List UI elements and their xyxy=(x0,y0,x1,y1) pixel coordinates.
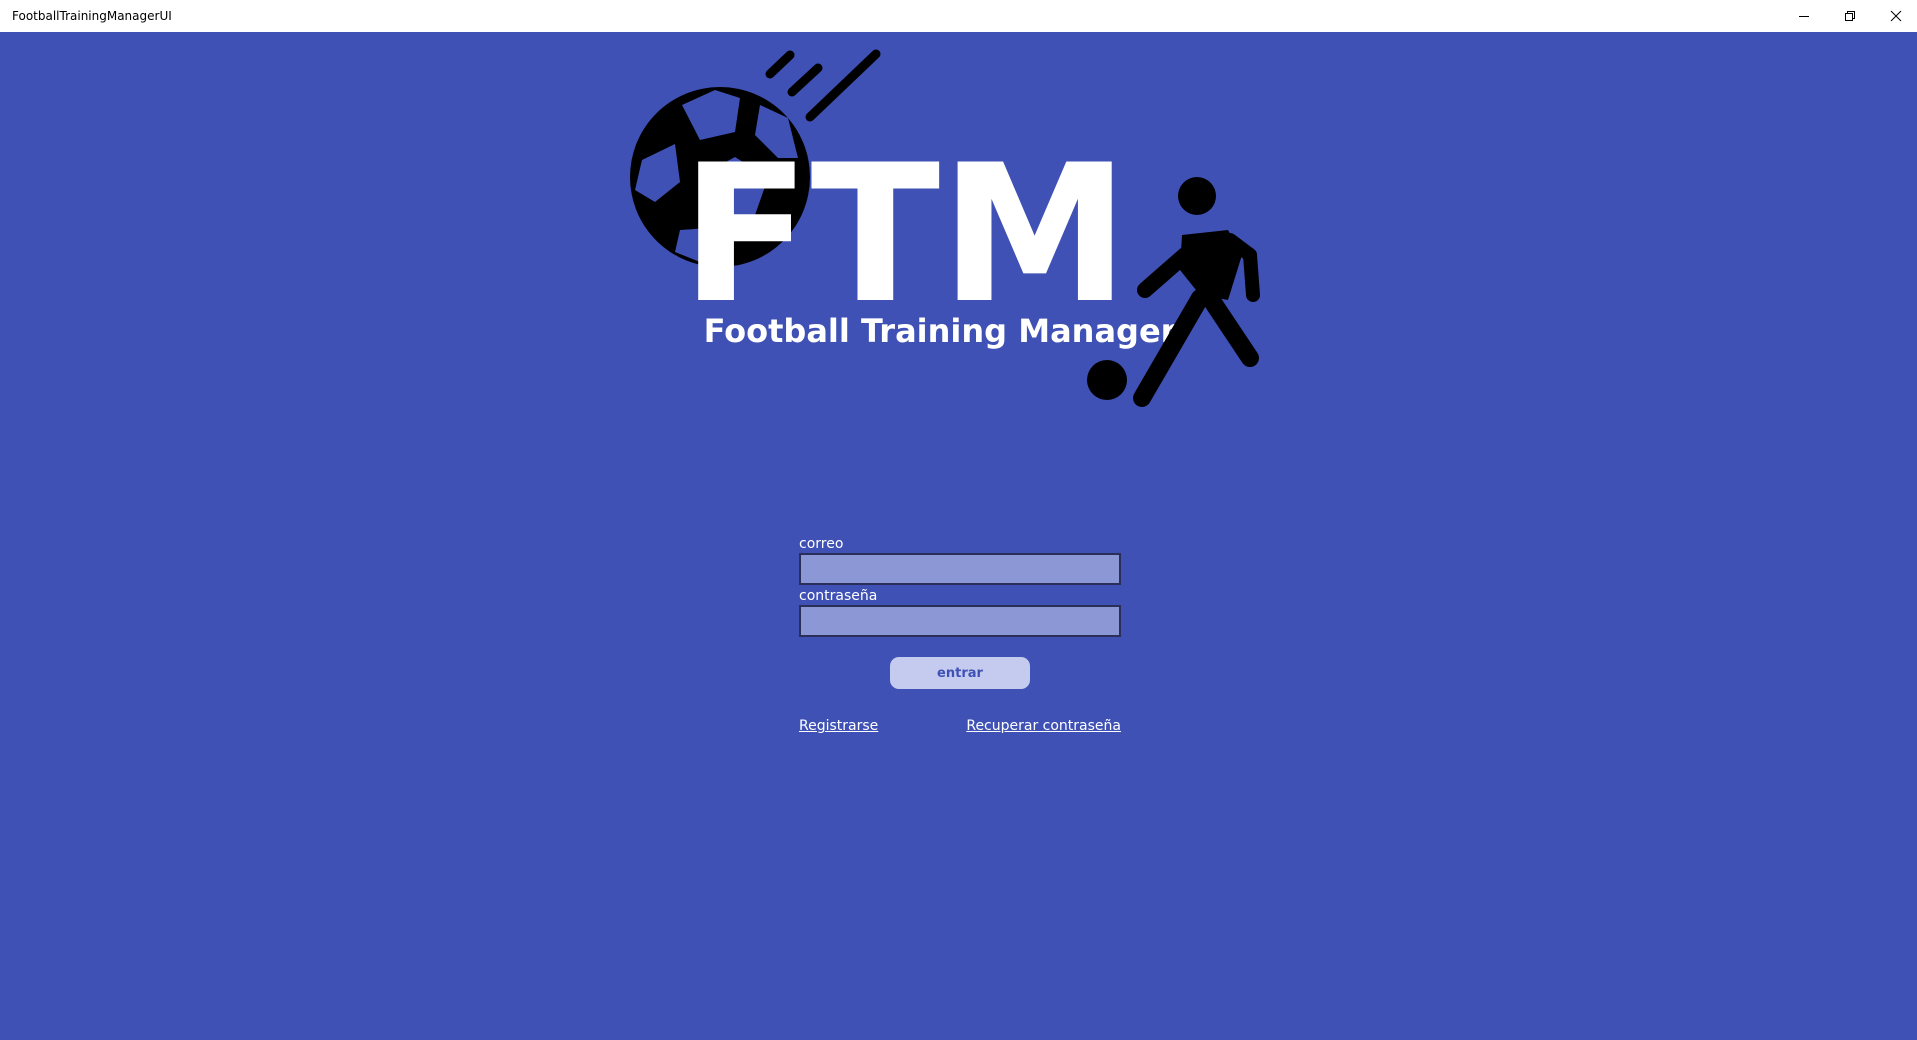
close-icon xyxy=(1890,10,1902,22)
logo-tagline: Football Training Manager xyxy=(704,312,1177,350)
email-label: correo xyxy=(799,536,844,552)
password-label: contraseña xyxy=(799,588,878,604)
register-link[interactable]: Registrarse xyxy=(799,718,878,734)
submit-row: entrar xyxy=(799,657,1121,689)
minimize-button[interactable] xyxy=(1781,0,1827,32)
login-form: correo contraseña entrar Registrarse Rec… xyxy=(799,536,1121,738)
app-window: FootballTrainingManagerUI FTM Football T… xyxy=(0,0,1917,1040)
speed-lines-icon xyxy=(765,49,881,122)
ftm-logo: FTM Football Training Manager xyxy=(620,40,1280,415)
ftm-logo-graphic: FTM Football Training Manager xyxy=(630,49,1260,407)
email-field[interactable] xyxy=(799,553,1121,585)
auth-links: Registrarse Recuperar contraseña xyxy=(799,718,1121,738)
restore-icon xyxy=(1845,11,1855,21)
recover-password-link[interactable]: Recuperar contraseña xyxy=(966,718,1121,734)
enter-button[interactable]: entrar xyxy=(890,657,1030,689)
minimize-icon xyxy=(1799,16,1809,17)
window-title: FootballTrainingManagerUI xyxy=(12,9,172,23)
password-field[interactable] xyxy=(799,605,1121,637)
restore-button[interactable] xyxy=(1827,0,1873,32)
close-button[interactable] xyxy=(1873,0,1917,32)
title-bar[interactable]: FootballTrainingManagerUI xyxy=(0,0,1917,32)
